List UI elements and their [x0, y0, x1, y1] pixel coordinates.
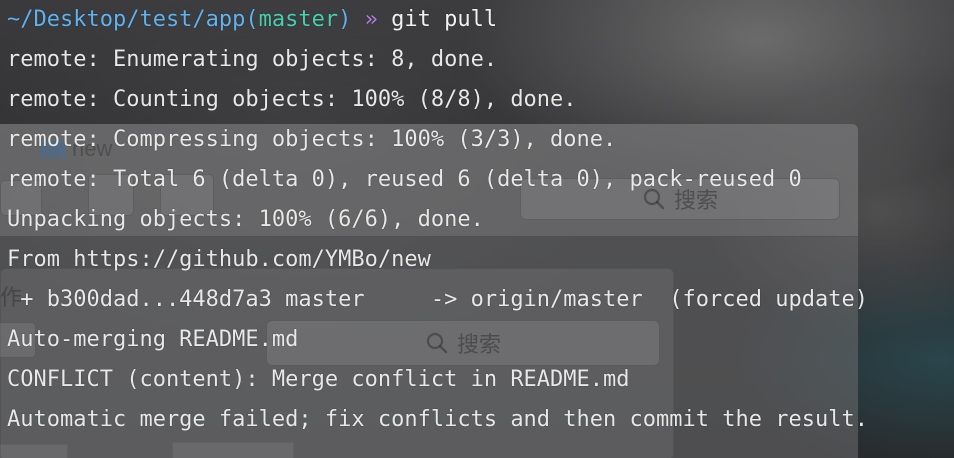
output-line: remote: Compressing objects: 100% (3/3),… [7, 127, 617, 152]
prompt-symbol: » [364, 7, 378, 32]
terminal-window[interactable]: new 搜索 作 搜索 ~/Desktop/test/app(master) »… [0, 0, 954, 458]
output-line: + b300dad...448d7a3 master -> origin/mas… [7, 287, 868, 312]
output-line: Auto-merging README.md [7, 327, 299, 352]
output-line: remote: Counting objects: 100% (8/8), do… [7, 87, 577, 112]
background-thumbnail [0, 444, 68, 458]
output-line: CONFLICT (content): Merge conflict in RE… [7, 367, 630, 392]
prompt-path: ~/Desktop/test/app( [7, 7, 259, 32]
output-line: Unpacking objects: 100% (6/6), done. [7, 207, 484, 232]
terminal-output[interactable]: ~/Desktop/test/app(master) » git pull re… [7, 0, 868, 440]
output-line: Automatic merge failed; fix conflicts an… [7, 407, 868, 432]
prompt-path-close: ) [338, 7, 352, 32]
prompt-branch: master [258, 7, 339, 32]
output-line: remote: Total 6 (delta 0), reused 6 (del… [7, 167, 802, 192]
output-line: remote: Enumerating objects: 8, done. [7, 47, 498, 72]
background-thumbnail [172, 442, 294, 458]
prompt-command: git pull [391, 7, 498, 32]
output-line: From https://github.com/YMBo/new [7, 247, 431, 272]
prompt-line: ~/Desktop/test/app(master) » git pull [7, 0, 868, 40]
